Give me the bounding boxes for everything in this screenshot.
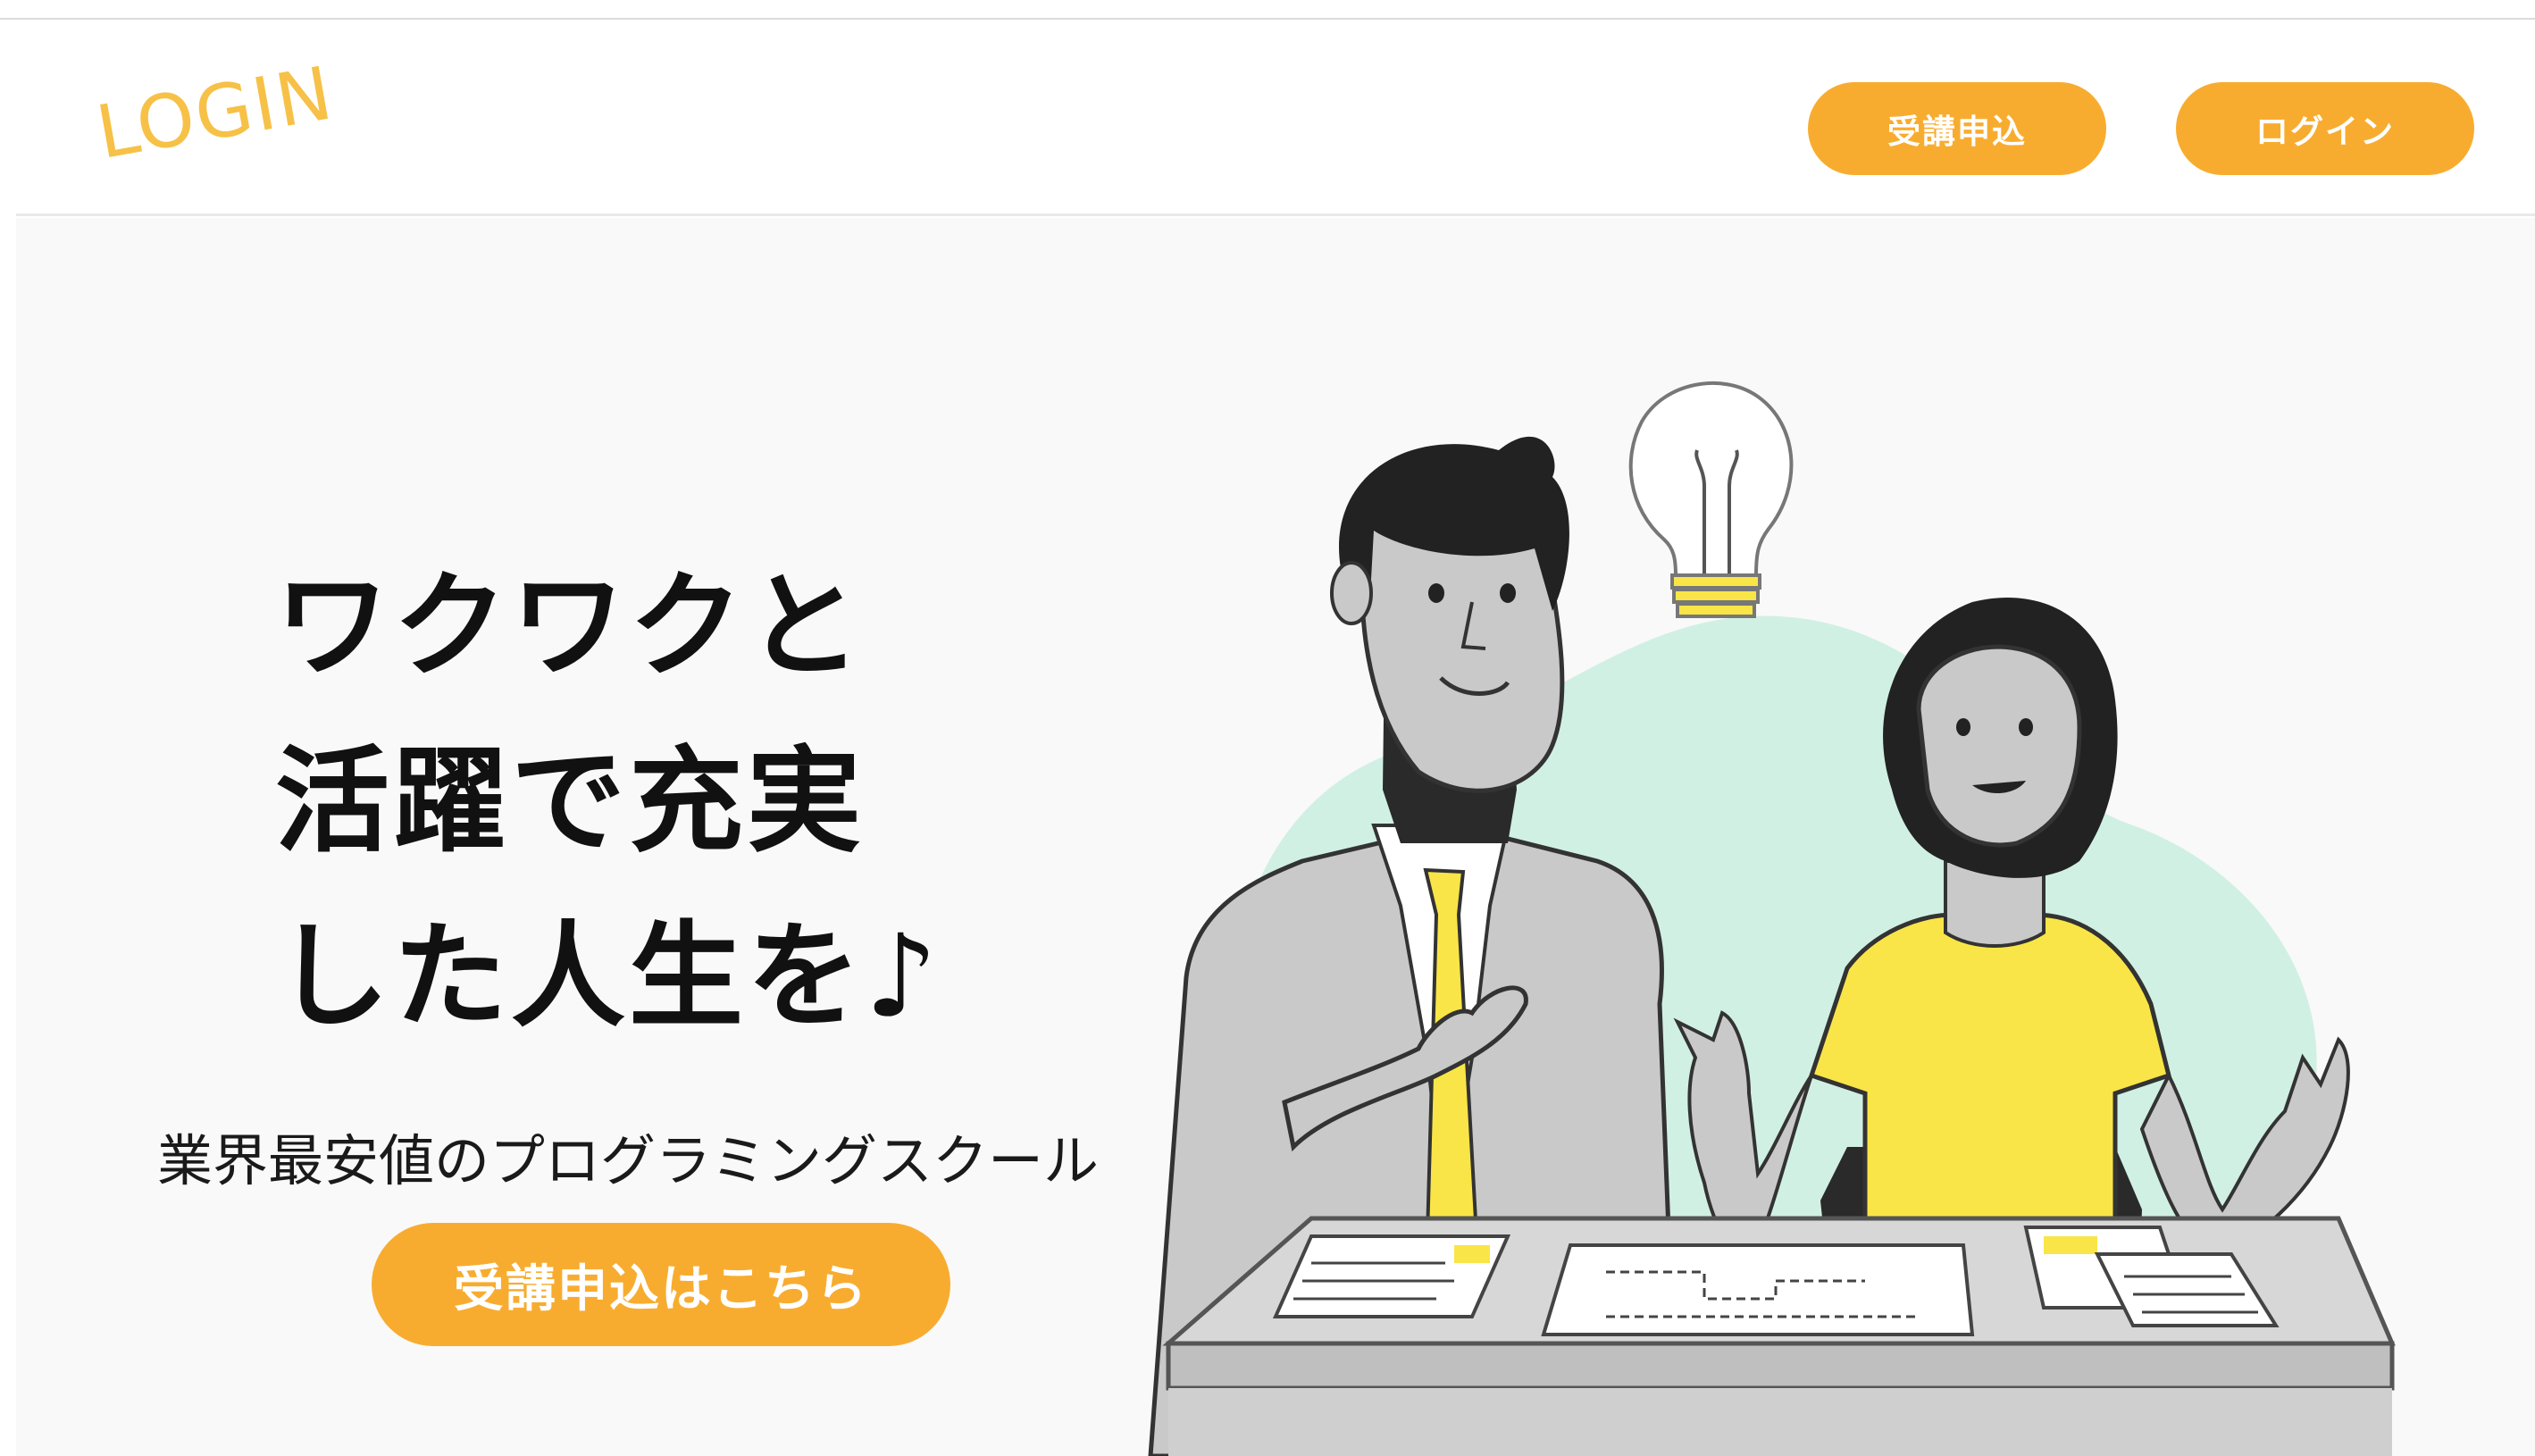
hero-subheading: 業界最安値のプログラミングスクール (157, 1128, 1100, 1193)
apply-nav-button[interactable]: 受講申込 (1808, 82, 2106, 175)
hero-section: ワクワクと 活躍で充実 した人生を♪ 業界最安値のプログラミングスクール 受講申… (16, 218, 2535, 1456)
lightbulb-icon (1628, 381, 1794, 618)
headline-line-1: ワクワクと (275, 560, 866, 693)
login-button[interactable]: ログイン (2176, 82, 2474, 175)
desk-document-left (1272, 1234, 1511, 1318)
desk (1162, 1216, 2396, 1456)
apply-cta-button[interactable]: 受講申込はこちら (372, 1223, 950, 1346)
site-header: LOGIN 受講申込 ログイン (16, 20, 2535, 216)
hero-headline: ワクワクと 活躍で充実 した人生を♪ (275, 540, 941, 1065)
headline-line-2: 活躍で充実 (275, 735, 866, 868)
desk-blueprint (1541, 1243, 1975, 1336)
logo[interactable]: LOGIN (91, 51, 340, 176)
hero-illustration (1148, 381, 2396, 1456)
headline-line-3: した人生を♪ (275, 910, 941, 1043)
